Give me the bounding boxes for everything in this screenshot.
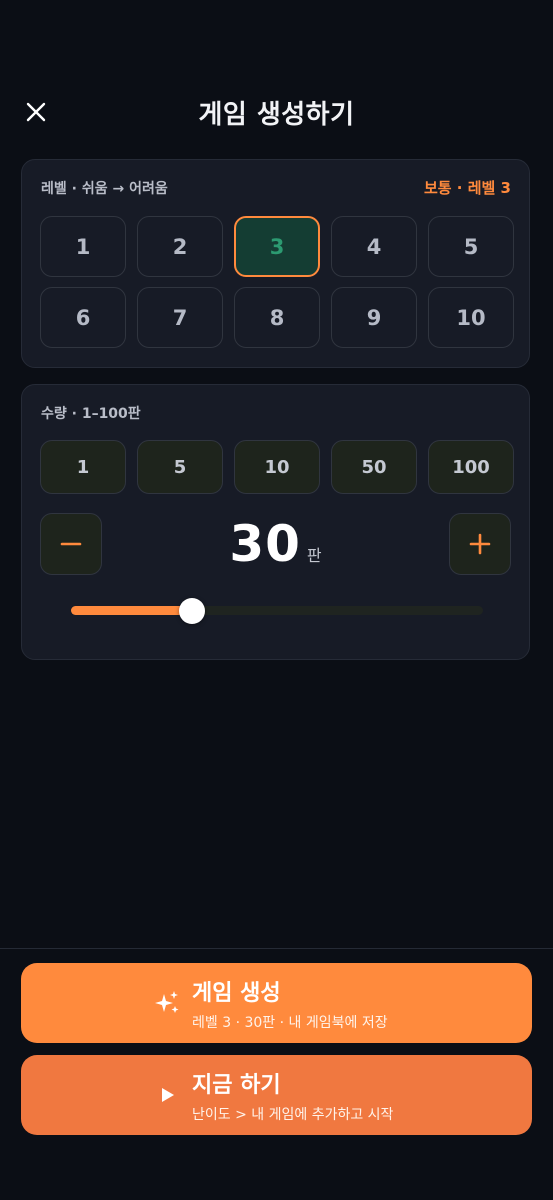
plus-icon (469, 533, 491, 555)
bottom-divider (0, 948, 553, 949)
level-card: 레벨 · 쉬움 → 어려움 보통 · 레벨 3 1 2 3 4 5 6 7 8 … (21, 159, 530, 368)
level-button-1[interactable]: 1 (40, 216, 126, 277)
level-button-7[interactable]: 7 (137, 287, 223, 348)
level-label: 레벨 · 쉬움 → 어려움 (41, 181, 168, 197)
create-game-button[interactable]: 게임 생성 레벨 3 · 30판 · 내 게임북에 저장 (21, 963, 532, 1043)
play-icon (162, 1088, 174, 1102)
level-button-2[interactable]: 2 (137, 216, 223, 277)
level-button-4[interactable]: 4 (331, 216, 417, 277)
level-button-10[interactable]: 10 (428, 287, 514, 348)
sparkle-icon (155, 991, 179, 1013)
header: 게임 생성하기 (0, 88, 553, 136)
level-button-6[interactable]: 6 (40, 287, 126, 348)
quantity-value: 30 (229, 515, 301, 573)
level-grid: 1 2 3 4 5 6 7 8 9 10 (40, 216, 514, 348)
level-button-3[interactable]: 3 (234, 216, 320, 277)
create-game-subtitle: 레벨 3 · 30판 · 내 게임북에 저장 (192, 1015, 388, 1031)
level-button-5[interactable]: 5 (428, 216, 514, 277)
create-game-title: 게임 생성 (192, 981, 281, 1006)
play-now-subtitle: 난이도 > 내 게임에 추가하고 시작 (192, 1107, 394, 1123)
level-badge: 보통 · 레벨 3 (423, 179, 511, 197)
preset-chip-1[interactable]: 1 (40, 440, 126, 494)
slider-thumb[interactable] (178, 598, 205, 624)
play-now-title: 지금 하기 (192, 1073, 281, 1098)
page-title: 게임 생성하기 (198, 100, 355, 130)
preset-chip-50[interactable]: 50 (331, 440, 417, 494)
preset-chip-5[interactable]: 5 (137, 440, 223, 494)
preset-chip-10[interactable]: 10 (234, 440, 320, 494)
level-button-8[interactable]: 8 (234, 287, 320, 348)
play-now-button[interactable]: 지금 하기 난이도 > 내 게임에 추가하고 시작 (21, 1055, 532, 1135)
slider-fill (71, 606, 192, 615)
quantity-slider[interactable] (71, 598, 483, 624)
quantity-label: 수량 · 1–100판 (41, 406, 141, 422)
level-button-9[interactable]: 9 (331, 287, 417, 348)
preset-chip-100[interactable]: 100 (428, 440, 514, 494)
quantity-unit: 판 (306, 546, 322, 565)
increment-button[interactable] (449, 513, 511, 575)
quantity-presets: 1 5 10 50 100 (40, 440, 514, 494)
quantity-card: 수량 · 1–100판 1 5 10 50 100 30 판 (21, 384, 530, 660)
